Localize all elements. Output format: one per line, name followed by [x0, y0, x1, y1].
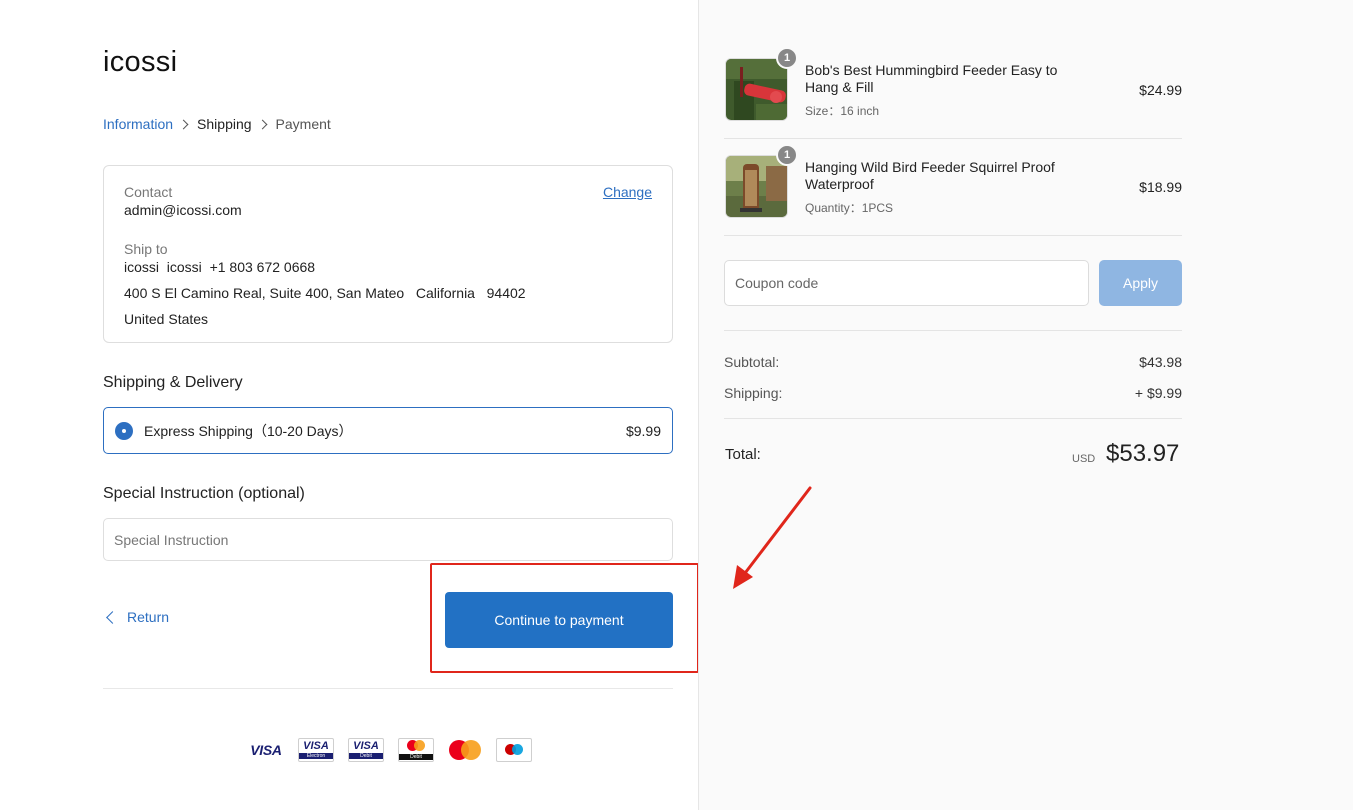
divider: [724, 418, 1182, 419]
breadcrumb-shipping: Shipping: [197, 116, 252, 132]
debit-mastercard-icon: Debit: [398, 738, 434, 762]
mastercard-icon: [448, 739, 482, 761]
visa-icon: VISA: [250, 742, 282, 758]
item-meta: Quantity：1PCS: [805, 201, 894, 215]
total-label: Total:: [725, 446, 761, 463]
divider: [724, 330, 1182, 331]
item-price: $18.99: [1139, 179, 1182, 195]
item-meta: Size：16 inch: [805, 104, 880, 118]
change-contact-link[interactable]: Change: [603, 184, 652, 200]
radio-selected-icon[interactable]: [115, 421, 133, 440]
ship-to-address: 400 S El Camino Real, Suite 400, San Mat…: [124, 285, 526, 301]
store-logo[interactable]: icossi: [103, 46, 177, 79]
quantity-badge: 1: [776, 144, 798, 166]
continue-to-payment-button[interactable]: Continue to payment: [445, 592, 673, 648]
product-thumbnail: [725, 58, 788, 121]
product-thumbnail: [725, 155, 788, 218]
chevron-right-icon: [257, 119, 267, 129]
total-value: $53.97: [1106, 440, 1180, 467]
contact-shipto-summary: Contact admin@icossi.com Change Ship to …: [103, 165, 673, 343]
total-currency: USD: [1072, 453, 1096, 465]
cart-item: 1 Hanging Wild Bird Feeder Squirrel Proo…: [725, 144, 1182, 241]
breadcrumb-information[interactable]: Information: [103, 116, 173, 132]
visa-electron-icon: VISA Electron: [298, 738, 334, 762]
item-title: Bob's Best Hummingbird Feeder Easy to Ha…: [805, 62, 1058, 95]
shipping-label: Shipping:: [724, 385, 783, 401]
special-instruction-input[interactable]: [103, 518, 673, 561]
subtotal-value: $43.98: [1139, 354, 1182, 370]
quantity-badge: 1: [776, 47, 798, 69]
divider: [103, 688, 673, 689]
cart-item: 1 Bob's Best Hummingbird Feeder Easy to …: [725, 47, 1182, 144]
divider: [724, 138, 1182, 139]
contact-value: admin@icossi.com: [124, 202, 242, 218]
checkout-main-panel: icossi Information Shipping Payment Cont…: [0, 0, 699, 810]
subtotal-label: Subtotal:: [724, 354, 780, 370]
special-instruction-title: Special Instruction (optional): [103, 485, 305, 502]
ship-to-name-phone: icossi icossi +1 803 672 0668: [124, 259, 316, 275]
breadcrumb: Information Shipping Payment: [103, 116, 331, 132]
payment-methods: VISA VISA Electron VISA Debit Debit: [248, 738, 532, 762]
ship-to-country: United States: [124, 311, 209, 327]
breadcrumb-payment: Payment: [275, 116, 331, 132]
chevron-left-icon: [106, 610, 119, 624]
return-link[interactable]: Return: [106, 609, 169, 625]
maestro-icon: [496, 738, 532, 762]
shipping-option-name: Express Shipping（10-20 Days）: [144, 422, 353, 439]
item-price: $24.99: [1139, 82, 1182, 98]
return-label: Return: [127, 609, 170, 625]
shipping-option-express[interactable]: Express Shipping（10-20 Days） $9.99: [103, 407, 673, 454]
chevron-right-icon: [178, 119, 189, 129]
shipping-option-price: $9.99: [625, 422, 661, 439]
shipping-value: + $9.99: [1134, 385, 1182, 401]
apply-coupon-button[interactable]: Apply: [1099, 260, 1182, 306]
item-title: Hanging Wild Bird Feeder Squirrel Proof …: [805, 159, 1055, 192]
visa-debit-icon: VISA Debit: [348, 738, 384, 762]
contact-label: Contact: [124, 184, 173, 200]
coupon-code-input[interactable]: [724, 260, 1089, 306]
shipping-delivery-title: Shipping & Delivery: [103, 374, 243, 391]
divider: [724, 235, 1182, 236]
ship-to-label: Ship to: [124, 241, 168, 257]
